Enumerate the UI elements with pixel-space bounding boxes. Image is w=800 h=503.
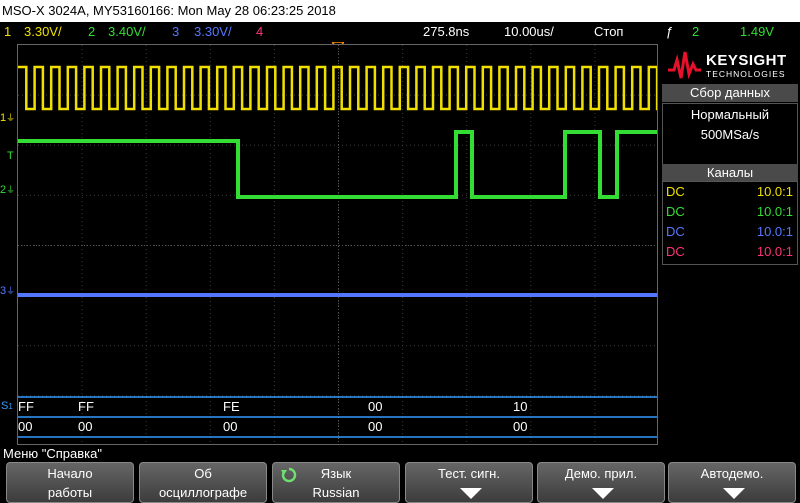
softkey-bar: Начало работы Об осциллографе Язык Russi… <box>0 462 800 503</box>
channel-coupling: DC <box>666 184 685 199</box>
softkey-label: Язык <box>320 466 352 481</box>
serial-decode-value: 00 <box>368 399 383 414</box>
ch1-scale[interactable]: 3.30V/ <box>24 22 62 42</box>
serial-decode-value: 00 <box>513 419 528 434</box>
acquisition-mode: Нормальный <box>690 107 770 122</box>
trigger-slope-icon: ƒ <box>666 24 674 39</box>
channel-coupling: DC <box>666 204 685 219</box>
waveform-canvas <box>18 45 657 444</box>
trigger-level[interactable]: 1.49V <box>740 22 774 42</box>
brand-subtitle: TECHNOLOGIES <box>706 69 786 79</box>
softkey-label: осциллографе <box>158 485 248 500</box>
serial-decode-value: FF <box>18 399 34 414</box>
softkey-label: Автодемо. <box>700 466 764 481</box>
ch2-ground-marker[interactable]: 2⏚ <box>0 184 15 196</box>
serial-decode-value: FE <box>223 399 240 414</box>
training-signals-button[interactable]: Тест. сигн. <box>405 462 533 503</box>
channel-row-2[interactable]: DC 10.0:1 <box>663 202 797 222</box>
auto-demo-button[interactable]: Автодемо. <box>668 462 796 503</box>
language-button[interactable]: Язык Russian <box>272 462 400 503</box>
serial-bus-marker[interactable]: S1 <box>1 400 13 413</box>
trigger-source[interactable]: 2 <box>692 22 699 42</box>
softkey-label: Об <box>194 466 212 481</box>
channel-row-4[interactable]: DC 10.0:1 <box>663 242 797 262</box>
softkey-label: Russian <box>312 485 360 500</box>
sample-rate: 500MSa/s <box>700 127 760 142</box>
timebase[interactable]: 10.00us/ <box>504 22 554 42</box>
serial-decode-value: 00 <box>18 419 33 434</box>
submenu-arrow-icon <box>460 488 482 499</box>
serial-decode-value: FF <box>78 399 94 414</box>
channels-list: DC 10.0:1 DC 10.0:1 DC 10.0:1 DC 10.0:1 <box>662 181 798 265</box>
serial-decode-value: 00 <box>223 419 238 434</box>
ch2-number[interactable]: 2 <box>88 22 95 42</box>
menu-title: Меню "Справка" <box>0 445 800 462</box>
ch3-ground-marker[interactable]: 3⏚ <box>0 285 15 297</box>
ch2-scale[interactable]: 3.40V/ <box>108 22 146 42</box>
channel-probe: 10.0:1 <box>756 224 793 239</box>
channel-coupling: DC <box>666 224 685 239</box>
run-state[interactable]: Стоп <box>594 22 623 42</box>
serial-decode-value: 10 <box>513 399 528 414</box>
ch3-number[interactable]: 3 <box>172 22 179 42</box>
channel-coupling: DC <box>666 244 685 259</box>
demo-apps-button[interactable]: Демо. прил. <box>537 462 665 503</box>
softkey-label: Тест. сигн. <box>438 466 500 481</box>
submenu-arrow-icon <box>723 488 745 499</box>
softkey-label: работы <box>47 485 93 500</box>
brand-name: KEYSIGHT <box>706 52 787 69</box>
channel-probe: 10.0:1 <box>756 204 793 219</box>
channel-row-3[interactable]: DC 10.0:1 <box>663 222 797 242</box>
acquisition-header[interactable]: Сбор данных <box>662 84 798 102</box>
channel-probe: 10.0:1 <box>756 244 793 259</box>
submenu-arrow-icon <box>592 488 614 499</box>
about-oscilloscope-button[interactable]: Об осциллографе <box>139 462 267 503</box>
right-info-panel: KEYSIGHT TECHNOLOGIES Сбор данных Нормал… <box>660 44 800 445</box>
keysight-logo: KEYSIGHT TECHNOLOGIES <box>666 46 794 84</box>
status-bar: 1 3.30V/ 2 3.40V/ 3 3.30V/ 4 275.8ns 10.… <box>0 22 800 42</box>
channel-probe: 10.0:1 <box>756 184 793 199</box>
channels-header[interactable]: Каналы <box>662 164 798 182</box>
getting-started-button[interactable]: Начало работы <box>6 462 134 503</box>
softkey-label: Начало <box>47 466 93 481</box>
acquisition-info: Нормальный 500MSa/s <box>662 103 798 165</box>
keysight-wave-icon <box>668 51 701 80</box>
trigger-level-marker[interactable]: T <box>7 150 14 162</box>
serial-decode-value: 00 <box>368 419 383 434</box>
ch3-scale[interactable]: 3.30V/ <box>194 22 232 42</box>
ch1-number[interactable]: 1 <box>4 22 11 42</box>
horizontal-delay[interactable]: 275.8ns <box>423 22 469 42</box>
softkey-label: Демо. прил. <box>564 466 638 481</box>
window-title: MSO-X 3024A, MY53160166: Mon May 28 06:2… <box>0 0 800 22</box>
ch1-ground-marker[interactable]: 1⏚ <box>0 112 15 124</box>
channel-row-1[interactable]: DC 10.0:1 <box>663 182 797 202</box>
serial-decode-value: 00 <box>78 419 93 434</box>
ch4-number[interactable]: 4 <box>256 22 263 42</box>
waveform-display[interactable]: FF FF FE 00 10 00 00 00 00 00 <box>17 44 658 445</box>
